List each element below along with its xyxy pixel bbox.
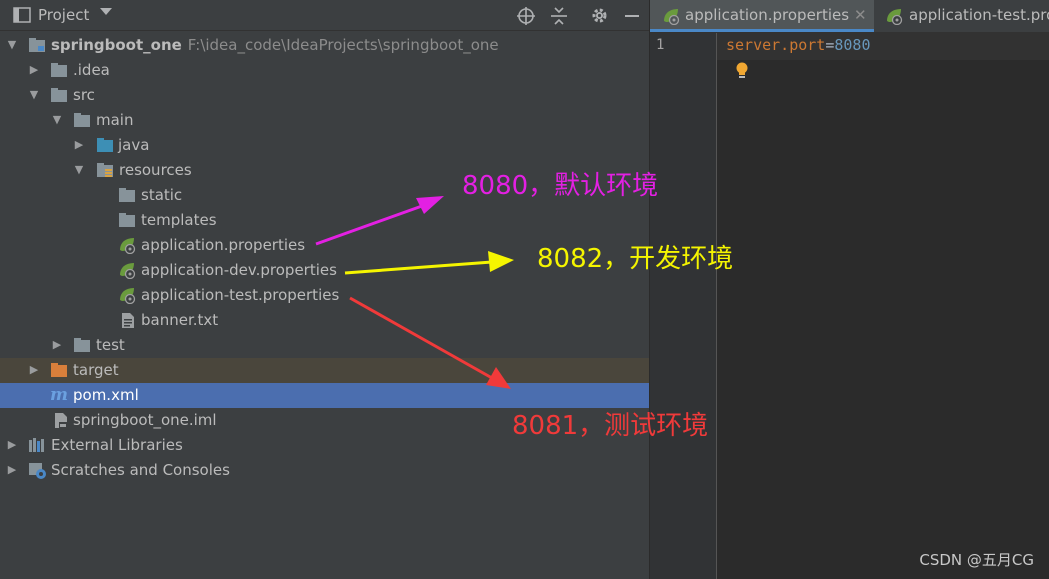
annotation-8080-default: 8080，默认环境 (462, 171, 659, 201)
arrow-to-8080 (315, 196, 444, 246)
arrow-to-8082 (344, 251, 514, 275)
annotation-8081-test: 8081，测试环境 (512, 411, 709, 441)
watermark: CSDN @五月CG (919, 551, 1034, 569)
annotation-8082-dev: 8082，开发环境 (537, 244, 734, 274)
annotation-arrows (315, 196, 514, 389)
arrow-to-8081 (349, 296, 511, 389)
